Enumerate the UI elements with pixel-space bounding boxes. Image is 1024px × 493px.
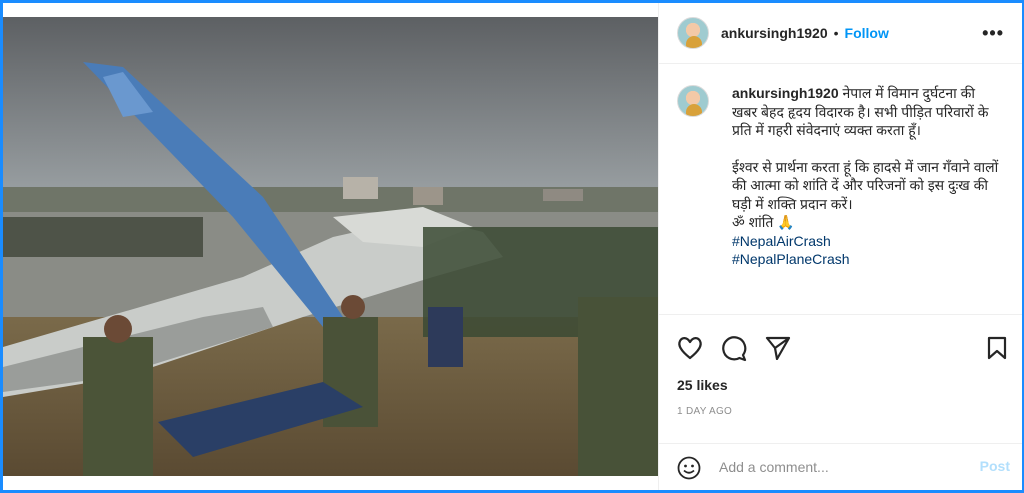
- caption-username-link[interactable]: ankursingh1920: [732, 85, 839, 101]
- caption-paragraph-2: ईश्वर से प्रार्थना करता हूं कि हादसे में…: [732, 158, 999, 212]
- caption-section: ankursingh1920 नेपाल में विमान दुर्घटना …: [659, 64, 1022, 314]
- comment-input[interactable]: [719, 456, 959, 478]
- comment-icon[interactable]: [721, 336, 747, 367]
- post-timestamp[interactable]: 1 DAY AGO: [677, 406, 732, 417]
- comment-bar: Post: [659, 443, 1022, 491]
- caption-om-line: ॐ शांति 🙏: [732, 214, 795, 230]
- likes-count[interactable]: 25 likes: [677, 377, 728, 393]
- hashtag-link[interactable]: #NepalPlaneCrash: [732, 250, 1004, 269]
- share-icon[interactable]: [765, 336, 791, 365]
- avatar[interactable]: [677, 17, 709, 49]
- hashtag-link[interactable]: #NepalAirCrash: [732, 232, 1004, 251]
- emoji-icon[interactable]: [677, 456, 701, 485]
- post-comment-button[interactable]: Post: [980, 458, 1010, 474]
- action-bar: [659, 314, 1022, 377]
- follow-button[interactable]: Follow: [845, 25, 889, 41]
- post-photo[interactable]: [3, 17, 658, 476]
- username-link[interactable]: ankursingh1920: [721, 25, 828, 41]
- heart-icon[interactable]: [677, 336, 703, 365]
- separator-dot: •: [833, 25, 839, 41]
- caption-avatar[interactable]: [677, 85, 709, 117]
- more-options-icon[interactable]: •••: [982, 23, 1004, 44]
- post-header: ankursingh1920 • Follow •••: [659, 3, 1022, 64]
- plane-crash-photo: [3, 17, 658, 476]
- post-sidebar: ankursingh1920 • Follow ••• ankursingh19…: [658, 3, 1022, 490]
- caption-text: ankursingh1920 नेपाल में विमान दुर्घटना …: [732, 84, 1004, 269]
- bookmark-icon[interactable]: [986, 336, 1008, 365]
